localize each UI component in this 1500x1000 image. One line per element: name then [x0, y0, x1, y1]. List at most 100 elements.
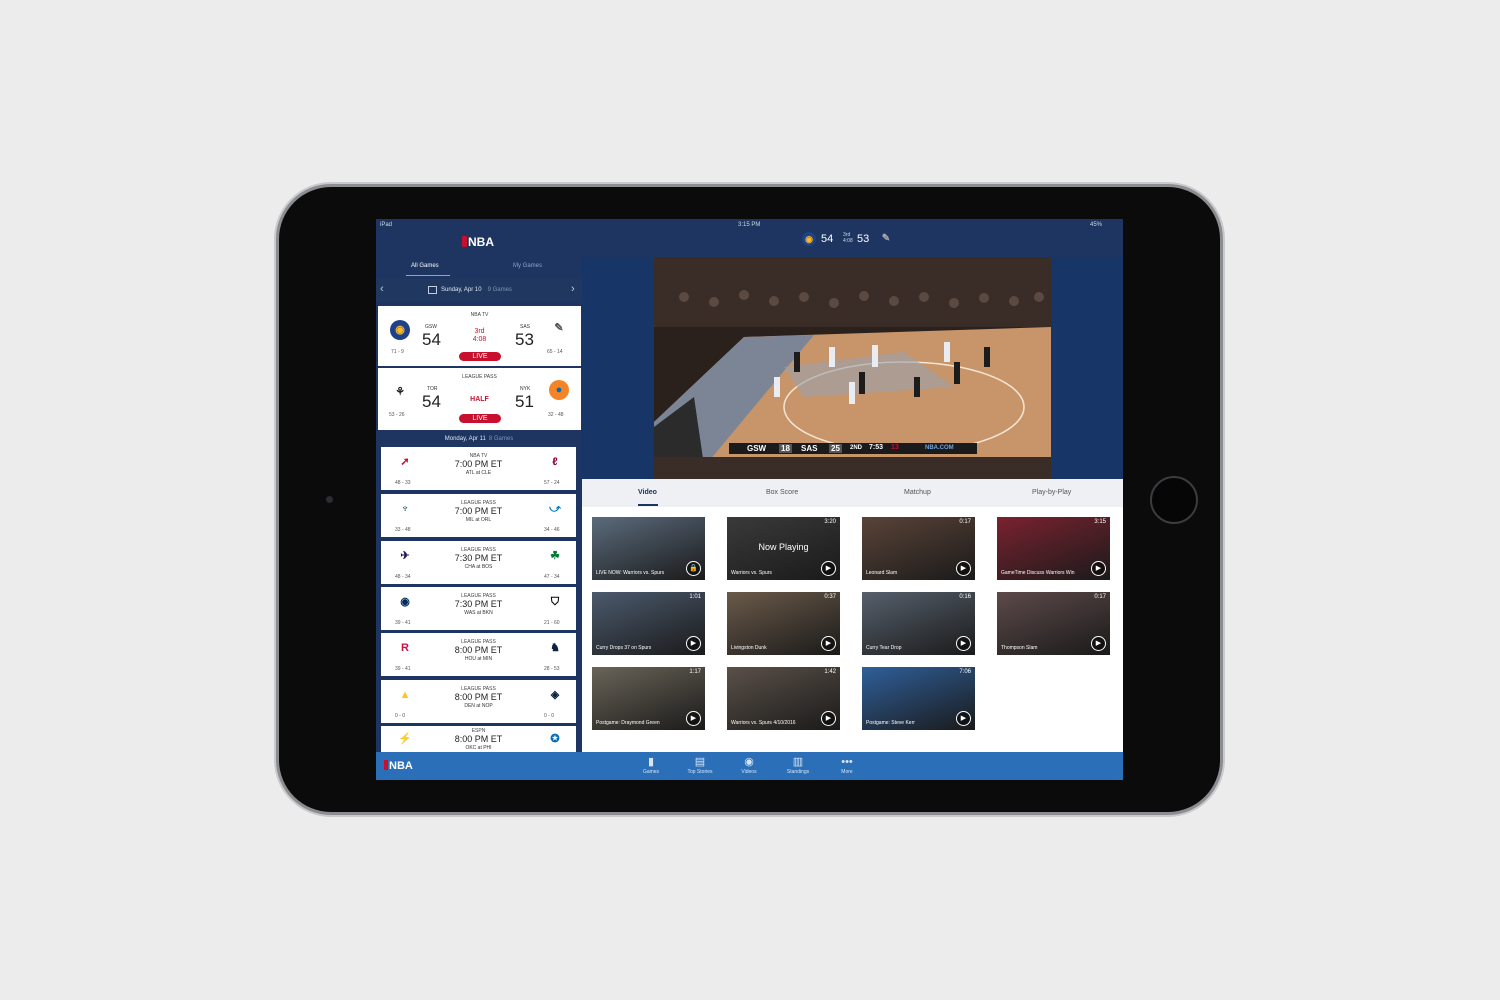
- tab-games[interactable]: ▮ Games: [629, 755, 673, 775]
- video-caption: GameTime Discuss Warriors Win: [1001, 570, 1075, 576]
- video-caption: Postgame: Steve Kerr: [866, 720, 915, 726]
- away-record: 39 - 41: [395, 666, 411, 672]
- video-caption: Postgame: Draymond Green: [596, 720, 660, 726]
- chevron-left-icon[interactable]: ‹: [380, 283, 384, 295]
- video-thumbnail[interactable]: 0:17 Thompson Slam ▶: [997, 592, 1110, 655]
- video-thumbnail[interactable]: 3:20 Warriors vs. Spurs ▶ Now Playing: [727, 517, 840, 580]
- bug-home-team: SAS: [801, 444, 818, 453]
- ipad-device: NBA All Games My Games ‹ Sunday, Apr 10 9…: [279, 187, 1220, 812]
- video-thumbnail[interactable]: 1:42 Warriors vs. Spurs 4/10/2016 ▶: [727, 667, 840, 730]
- header-home-score: 53: [857, 233, 870, 245]
- tab-box-score[interactable]: Box Score: [766, 489, 798, 496]
- app-screen: NBA All Games My Games ‹ Sunday, Apr 10 9…: [376, 219, 1123, 780]
- play-icon[interactable]: ▶: [1091, 561, 1106, 576]
- bottom-tab-bar: NBA ▮ Games ▤ Top Stories ◉ Videos ▥ Standin…: [376, 752, 1123, 780]
- video-caption: Leonard Slam: [866, 570, 898, 576]
- video-thumbnail[interactable]: 0:17 Leonard Slam ▶: [862, 517, 975, 580]
- video-duration: 3:15: [1094, 519, 1106, 525]
- home-record: 28 - 53: [544, 666, 560, 672]
- bug-shot-clock: 13: [891, 444, 899, 451]
- nets-logo-icon: ⛉: [550, 596, 560, 608]
- date-label: Sunday, Apr 10: [441, 287, 482, 293]
- video-player-area: GSW 18 SAS 25 2ND 7:53 13 NBA.COM: [582, 257, 1123, 479]
- game-card-atl-cle[interactable]: ➚ NBA TV 7:00 PM ET ATL at CLE 48 - 33 ℓ…: [381, 447, 576, 490]
- home-record: 65 - 14: [547, 349, 563, 355]
- clock-label: 3:15 PM: [738, 222, 761, 228]
- video-caption: Warriors vs. Spurs 4/10/2016: [731, 720, 796, 726]
- play-icon[interactable]: ▶: [686, 636, 701, 651]
- tab-standings[interactable]: ▥ Standings: [776, 755, 820, 775]
- tab-videos[interactable]: ◉ Videos: [727, 755, 771, 775]
- video-thumbnail[interactable]: 0:16 Curry Tear Drop ▶: [862, 592, 975, 655]
- home-record: 21 - 60: [544, 620, 560, 626]
- network-label: NBA TV: [470, 312, 489, 318]
- game-card-was-bkn[interactable]: ◉ LEAGUE PASS 7:30 PM ET WAS at BKN 39 -…: [381, 587, 576, 630]
- tab-more[interactable]: ••• More: [825, 755, 869, 775]
- video-duration: 3:20: [824, 519, 836, 525]
- tab-my-games[interactable]: My Games: [513, 263, 542, 269]
- broadcast-scorebug: GSW 18 SAS 25 2ND 7:53 13 NBA.COM: [729, 443, 977, 454]
- bug-brand: NBA.COM: [925, 445, 954, 451]
- away-record: 53 - 26: [389, 412, 405, 418]
- tab-active-indicator: [638, 504, 658, 506]
- play-icon[interactable]: ▶: [1091, 636, 1106, 651]
- play-icon[interactable]: ▶: [956, 636, 971, 651]
- video-duration: 0:16: [959, 594, 971, 600]
- games-sidebar: NBA All Games My Games ‹ Sunday, Apr 10 9…: [376, 219, 582, 752]
- video-thumbnail[interactable]: 0:37 Livingston Dunk ▶: [727, 592, 840, 655]
- bug-period: 2ND: [850, 445, 863, 451]
- matchup-label: HOU at MIN: [464, 656, 493, 662]
- play-icon: ◉: [744, 756, 754, 768]
- game-card-gsw-sas[interactable]: NBA TV ◉ GSW 54 71 - 9 3rd 4:08 LIVE SAS…: [378, 306, 581, 366]
- games-filter-tabs: All Games My Games: [376, 259, 582, 277]
- away-record: 48 - 34: [395, 574, 411, 580]
- video-caption: Curry Drops 37 on Spurs: [596, 645, 652, 651]
- video-thumbnail[interactable]: 3:15 GameTime Discuss Warriors Win ▶: [997, 517, 1110, 580]
- games-icon: ▮: [647, 756, 655, 768]
- warriors-logo-icon: ◉: [802, 232, 816, 246]
- video-thumbnail[interactable]: 7:06 Postgame: Steve Kerr ▶: [862, 667, 975, 730]
- tab-all-games[interactable]: All Games: [411, 263, 439, 269]
- tab-top-stories[interactable]: ▤ Top Stories: [678, 755, 722, 775]
- content-tabs: Video Box Score Matchup Play-by-Play: [582, 479, 1123, 507]
- play-icon[interactable]: ▶: [956, 561, 971, 576]
- tab-matchup[interactable]: Matchup: [904, 489, 931, 496]
- away-record: 39 - 41: [395, 620, 411, 626]
- tab-play-by-play[interactable]: Play-by-Play: [1032, 489, 1071, 496]
- away-record: 48 - 33: [395, 480, 411, 486]
- play-icon[interactable]: ▶: [821, 561, 836, 576]
- video-duration: 1:01: [689, 594, 701, 600]
- play-icon[interactable]: ▶: [821, 711, 836, 726]
- chevron-right-icon[interactable]: ›: [571, 283, 575, 295]
- video-player[interactable]: GSW 18 SAS 25 2ND 7:53 13 NBA.COM: [654, 257, 1051, 479]
- calendar-icon[interactable]: [428, 286, 437, 294]
- play-icon[interactable]: ▶: [821, 636, 836, 651]
- now-playing-label: Now Playing: [758, 542, 809, 552]
- game-card-hou-min[interactable]: R LEAGUE PASS 8:00 PM ET HOU at MIN 39 -…: [381, 633, 576, 676]
- day-header: Monday, Apr 11 8 Games: [376, 434, 582, 444]
- home-button[interactable]: [1150, 476, 1198, 524]
- tab-video[interactable]: Video: [638, 489, 657, 496]
- play-icon[interactable]: ▶: [686, 711, 701, 726]
- game-card-okc-phi[interactable]: ⚡ ESPN 8:00 PM ET OKC at PHI ✪: [381, 726, 576, 752]
- game-clock: 4:08: [472, 336, 487, 343]
- bug-away-team: GSW: [747, 444, 767, 453]
- video-caption: Thompson Slam: [1001, 645, 1038, 651]
- pelicans-logo-icon: ◈: [550, 689, 560, 701]
- matchup-label: CHA at BOS: [464, 564, 493, 570]
- magic-logo-icon: ⤻: [549, 503, 561, 515]
- video-thumbnail[interactable]: 1:17 Postgame: Draymond Green ▶: [592, 667, 705, 730]
- game-detail: ◉ 54 3rd 4:08 53 ✎ GSW 18 SAS 25 2ND 7:5…: [582, 219, 1123, 752]
- game-card-mil-orl[interactable]: ♆ LEAGUE PASS 7:00 PM ET MIL at ORL 33 -…: [381, 494, 576, 537]
- game-card-den-nop[interactable]: ▲ LEAGUE PASS 8:00 PM ET DEN at NOP 0 - …: [381, 680, 576, 723]
- video-duration: 7:06: [959, 669, 971, 675]
- nba-logo: NBA: [462, 235, 494, 249]
- game-card-cha-bos[interactable]: ✈ LEAGUE PASS 7:30 PM ET CHA at BOS 48 -…: [381, 541, 576, 584]
- tab-label: Top Stories: [687, 769, 713, 775]
- away-record: 0 - 0: [395, 713, 406, 719]
- game-card-tor-nyk[interactable]: LEAGUE PASS ⚘ TOR 54 53 - 26 HALF LIVE N…: [378, 368, 581, 430]
- play-icon[interactable]: ▶: [956, 711, 971, 726]
- lock-icon[interactable]: 🔒: [686, 561, 701, 576]
- video-thumbnail[interactable]: 1:01 Curry Drops 37 on Spurs ▶: [592, 592, 705, 655]
- video-thumbnail[interactable]: LIVE NOW: Warriors vs. Spurs 🔒: [592, 517, 705, 580]
